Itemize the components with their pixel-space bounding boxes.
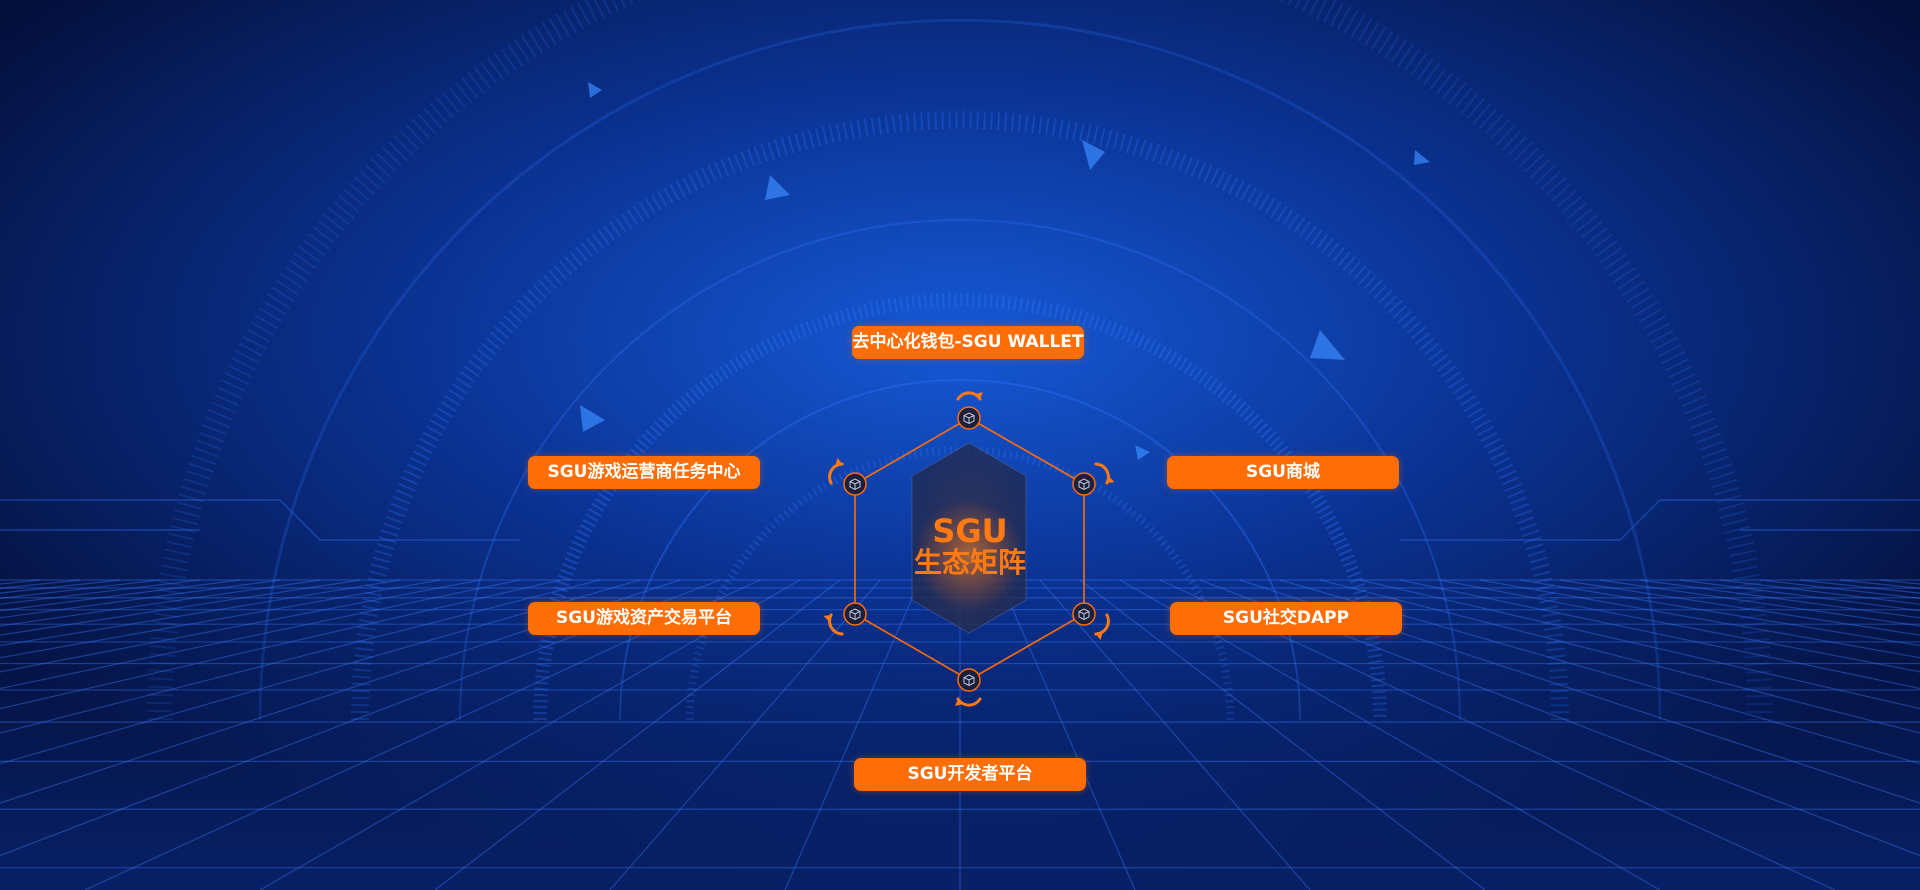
label-asset-exchange: SGU游戏资产交易平台 xyxy=(528,602,760,635)
cube-icon xyxy=(1072,602,1096,626)
cycle-arrow-icon xyxy=(1094,462,1115,485)
label-wallet: 去中心化钱包-SGU WALLET xyxy=(852,326,1084,359)
cube-icon xyxy=(957,668,981,692)
label-developer-platform: SGU开发者平台 xyxy=(854,758,1086,791)
center-title-ecosystem: 生态矩阵 xyxy=(913,546,1026,579)
cube-icon xyxy=(843,472,867,496)
cycle-arrow-icon xyxy=(956,391,983,401)
label-task-center: SGU游戏运营商任务中心 xyxy=(528,456,760,489)
cube-icon xyxy=(957,406,981,430)
cycle-arrow-icon xyxy=(955,697,982,707)
cube-icon xyxy=(843,602,867,626)
label-mall: SGU商城 xyxy=(1167,456,1399,489)
label-social-dapp: SGU社交DAPP xyxy=(1170,602,1402,635)
cycle-arrow-icon xyxy=(1094,613,1110,641)
cube-icon xyxy=(1072,472,1096,496)
center-title-sgu: SGU xyxy=(932,512,1008,550)
cycle-arrow-icon xyxy=(823,613,844,636)
hexagon-nodes-layer xyxy=(823,391,1115,707)
cycle-arrow-icon xyxy=(828,457,844,485)
